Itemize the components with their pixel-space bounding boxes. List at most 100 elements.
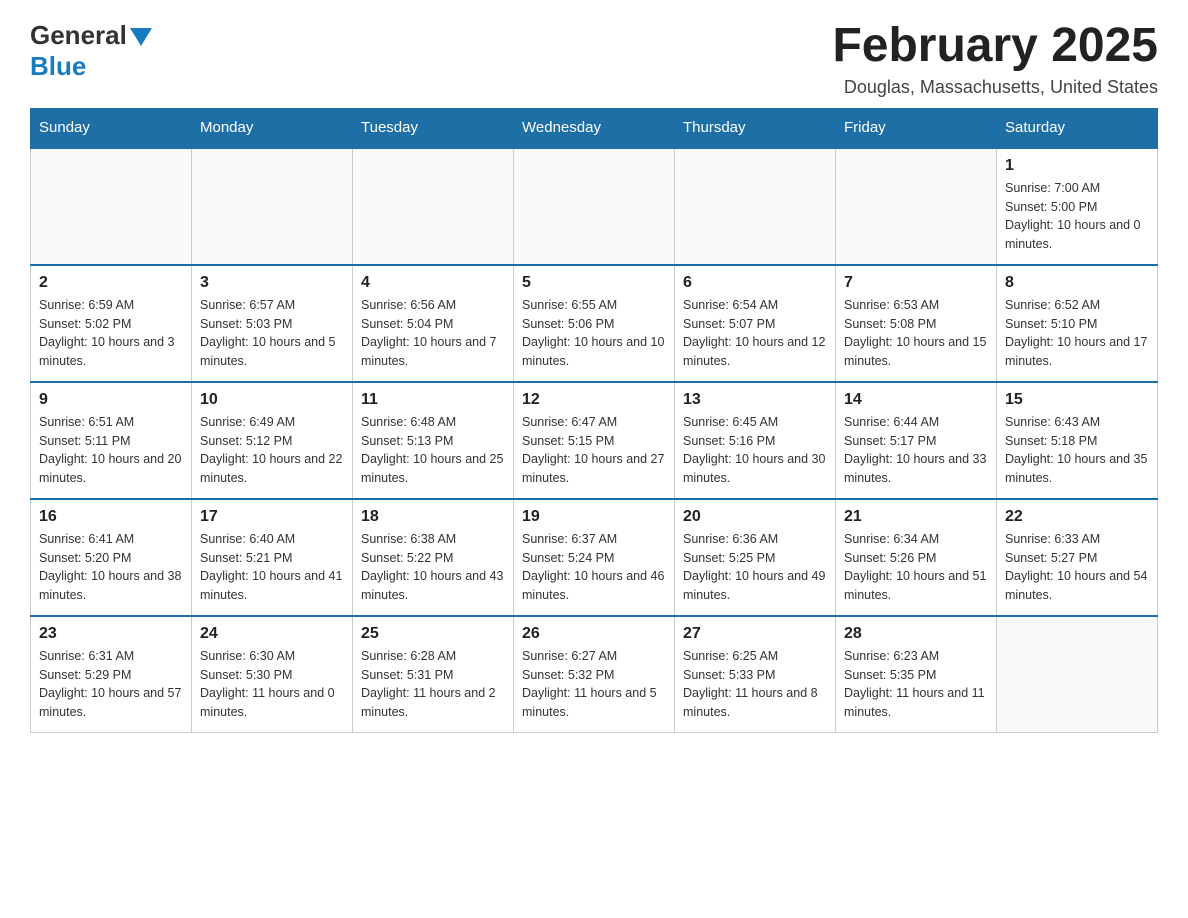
- calendar-day-cell: 9 Sunrise: 6:51 AM Sunset: 5:11 PM Daylig…: [31, 382, 192, 499]
- calendar-day-cell: 2Sunrise: 6:59 AM Sunset: 5:02 PM Daylig…: [31, 265, 192, 382]
- calendar-day-cell: 18Sunrise: 6:38 AM Sunset: 5:22 PM Dayli…: [353, 499, 514, 616]
- weekday-header-wednesday: Wednesday: [514, 108, 675, 147]
- day-number: 28: [844, 625, 988, 643]
- day-number: 25: [361, 625, 505, 643]
- location-subtitle: Douglas, Massachusetts, United States: [832, 77, 1158, 98]
- day-number: 14: [844, 391, 988, 409]
- day-info: Sunrise: 6:48 AM Sunset: 5:13 PM Dayligh…: [361, 413, 505, 488]
- month-title: February 2025: [832, 20, 1158, 73]
- day-info: Sunrise: 6:27 AM Sunset: 5:32 PM Dayligh…: [522, 647, 666, 722]
- day-number: 15: [1005, 391, 1149, 409]
- day-number: 17: [200, 508, 344, 526]
- calendar-day-cell: 21Sunrise: 6:34 AM Sunset: 5:26 PM Dayli…: [836, 499, 997, 616]
- day-number: 9: [39, 391, 183, 409]
- calendar-day-cell: 12 Sunrise: 6:47 AM Sunset: 5:15 PM Dayli…: [514, 382, 675, 499]
- calendar-day-cell: 17 Sunrise: 6:40 AM Sunset: 5:21 PM Dayli…: [192, 499, 353, 616]
- day-number: 10: [200, 391, 344, 409]
- day-number: 20: [683, 508, 827, 526]
- day-info: Sunrise: 6:40 AM Sunset: 5:21 PM Dayligh…: [200, 530, 344, 605]
- page-header: General Blue February 2025 Douglas, Mass…: [30, 20, 1158, 98]
- calendar-empty-cell: [675, 147, 836, 265]
- day-info: Sunrise: 6:43 AM Sunset: 5:18 PM Dayligh…: [1005, 413, 1149, 488]
- day-info: Sunrise: 6:23 AM Sunset: 5:35 PM Dayligh…: [844, 647, 988, 722]
- day-number: 6: [683, 274, 827, 292]
- day-number: 8: [1005, 274, 1149, 292]
- calendar-empty-cell: [192, 147, 353, 265]
- weekday-header-monday: Monday: [192, 108, 353, 147]
- day-info: Sunrise: 6:28 AM Sunset: 5:31 PM Dayligh…: [361, 647, 505, 722]
- calendar-week-row: 16Sunrise: 6:41 AM Sunset: 5:20 PM Dayli…: [31, 499, 1158, 616]
- calendar-day-cell: 6Sunrise: 6:54 AM Sunset: 5:07 PM Daylig…: [675, 265, 836, 382]
- day-number: 13: [683, 391, 827, 409]
- day-number: 7: [844, 274, 988, 292]
- day-number: 19: [522, 508, 666, 526]
- day-number: 16: [39, 508, 183, 526]
- day-number: 27: [683, 625, 827, 643]
- day-number: 23: [39, 625, 183, 643]
- calendar-empty-cell: [353, 147, 514, 265]
- day-number: 22: [1005, 508, 1149, 526]
- calendar-day-cell: 10Sunrise: 6:49 AM Sunset: 5:12 PM Dayli…: [192, 382, 353, 499]
- day-info: Sunrise: 6:47 AM Sunset: 5:15 PM Dayligh…: [522, 413, 666, 488]
- calendar-day-cell: 16Sunrise: 6:41 AM Sunset: 5:20 PM Dayli…: [31, 499, 192, 616]
- day-number: 11: [361, 391, 505, 409]
- day-info: Sunrise: 6:44 AM Sunset: 5:17 PM Dayligh…: [844, 413, 988, 488]
- day-number: 1: [1005, 157, 1149, 175]
- calendar-day-cell: 8 Sunrise: 6:52 AM Sunset: 5:10 PM Daylig…: [997, 265, 1158, 382]
- weekday-header-saturday: Saturday: [997, 108, 1158, 147]
- calendar-day-cell: 11 Sunrise: 6:48 AM Sunset: 5:13 PM Dayli…: [353, 382, 514, 499]
- calendar-day-cell: 27 Sunrise: 6:25 AM Sunset: 5:33 PM Dayli…: [675, 616, 836, 733]
- day-info: Sunrise: 6:57 AM Sunset: 5:03 PM Dayligh…: [200, 296, 344, 371]
- weekday-header-thursday: Thursday: [675, 108, 836, 147]
- calendar-day-cell: 23 Sunrise: 6:31 AM Sunset: 5:29 PM Dayli…: [31, 616, 192, 733]
- calendar-day-cell: 14 Sunrise: 6:44 AM Sunset: 5:17 PM Dayli…: [836, 382, 997, 499]
- calendar-week-row: 23 Sunrise: 6:31 AM Sunset: 5:29 PM Dayli…: [31, 616, 1158, 733]
- day-info: Sunrise: 6:31 AM Sunset: 5:29 PM Dayligh…: [39, 647, 183, 722]
- day-info: Sunrise: 6:30 AM Sunset: 5:30 PM Dayligh…: [200, 647, 344, 722]
- day-info: Sunrise: 6:36 AM Sunset: 5:25 PM Dayligh…: [683, 530, 827, 605]
- calendar-day-cell: 26Sunrise: 6:27 AM Sunset: 5:32 PM Dayli…: [514, 616, 675, 733]
- day-info: Sunrise: 6:33 AM Sunset: 5:27 PM Dayligh…: [1005, 530, 1149, 605]
- calendar-day-cell: 20 Sunrise: 6:36 AM Sunset: 5:25 PM Dayli…: [675, 499, 836, 616]
- calendar-empty-cell: [836, 147, 997, 265]
- calendar-day-cell: 24 Sunrise: 6:30 AM Sunset: 5:30 PM Dayli…: [192, 616, 353, 733]
- day-number: 3: [200, 274, 344, 292]
- calendar-day-cell: 1 Sunrise: 7:00 AM Sunset: 5:00 PM Daylig…: [997, 147, 1158, 265]
- day-info: Sunrise: 6:56 AM Sunset: 5:04 PM Dayligh…: [361, 296, 505, 371]
- day-info: Sunrise: 6:37 AM Sunset: 5:24 PM Dayligh…: [522, 530, 666, 605]
- calendar-day-cell: 4 Sunrise: 6:56 AM Sunset: 5:04 PM Daylig…: [353, 265, 514, 382]
- weekday-header-sunday: Sunday: [31, 108, 192, 147]
- calendar-table: SundayMondayTuesdayWednesdayThursdayFrid…: [30, 108, 1158, 733]
- calendar-day-cell: 25 Sunrise: 6:28 AM Sunset: 5:31 PM Dayli…: [353, 616, 514, 733]
- day-info: Sunrise: 6:34 AM Sunset: 5:26 PM Dayligh…: [844, 530, 988, 605]
- day-info: Sunrise: 6:38 AM Sunset: 5:22 PM Dayligh…: [361, 530, 505, 605]
- day-info: Sunrise: 7:00 AM Sunset: 5:00 PM Dayligh…: [1005, 179, 1149, 254]
- title-block: February 2025 Douglas, Massachusetts, Un…: [832, 20, 1158, 98]
- calendar-empty-cell: [31, 147, 192, 265]
- calendar-day-cell: 7Sunrise: 6:53 AM Sunset: 5:08 PM Daylig…: [836, 265, 997, 382]
- day-info: Sunrise: 6:55 AM Sunset: 5:06 PM Dayligh…: [522, 296, 666, 371]
- day-number: 2: [39, 274, 183, 292]
- calendar-week-row: 1 Sunrise: 7:00 AM Sunset: 5:00 PM Daylig…: [31, 147, 1158, 265]
- calendar-day-cell: 19 Sunrise: 6:37 AM Sunset: 5:24 PM Dayli…: [514, 499, 675, 616]
- calendar-day-cell: 13Sunrise: 6:45 AM Sunset: 5:16 PM Dayli…: [675, 382, 836, 499]
- day-number: 24: [200, 625, 344, 643]
- logo-blue-text: Blue: [30, 51, 86, 81]
- logo-general-text: General: [30, 20, 127, 51]
- day-info: Sunrise: 6:51 AM Sunset: 5:11 PM Dayligh…: [39, 413, 183, 488]
- calendar-day-cell: 22 Sunrise: 6:33 AM Sunset: 5:27 PM Dayli…: [997, 499, 1158, 616]
- calendar-week-row: 2Sunrise: 6:59 AM Sunset: 5:02 PM Daylig…: [31, 265, 1158, 382]
- weekday-header-friday: Friday: [836, 108, 997, 147]
- day-info: Sunrise: 6:52 AM Sunset: 5:10 PM Dayligh…: [1005, 296, 1149, 371]
- logo-triangle-icon: [130, 28, 152, 46]
- calendar-day-cell: 15 Sunrise: 6:43 AM Sunset: 5:18 PM Dayli…: [997, 382, 1158, 499]
- weekday-header-row: SundayMondayTuesdayWednesdayThursdayFrid…: [31, 108, 1158, 147]
- calendar-day-cell: 3 Sunrise: 6:57 AM Sunset: 5:03 PM Daylig…: [192, 265, 353, 382]
- day-info: Sunrise: 6:25 AM Sunset: 5:33 PM Dayligh…: [683, 647, 827, 722]
- day-number: 4: [361, 274, 505, 292]
- logo: General Blue: [30, 20, 152, 82]
- day-number: 12: [522, 391, 666, 409]
- calendar-empty-cell: [997, 616, 1158, 733]
- calendar-empty-cell: [514, 147, 675, 265]
- calendar-week-row: 9 Sunrise: 6:51 AM Sunset: 5:11 PM Daylig…: [31, 382, 1158, 499]
